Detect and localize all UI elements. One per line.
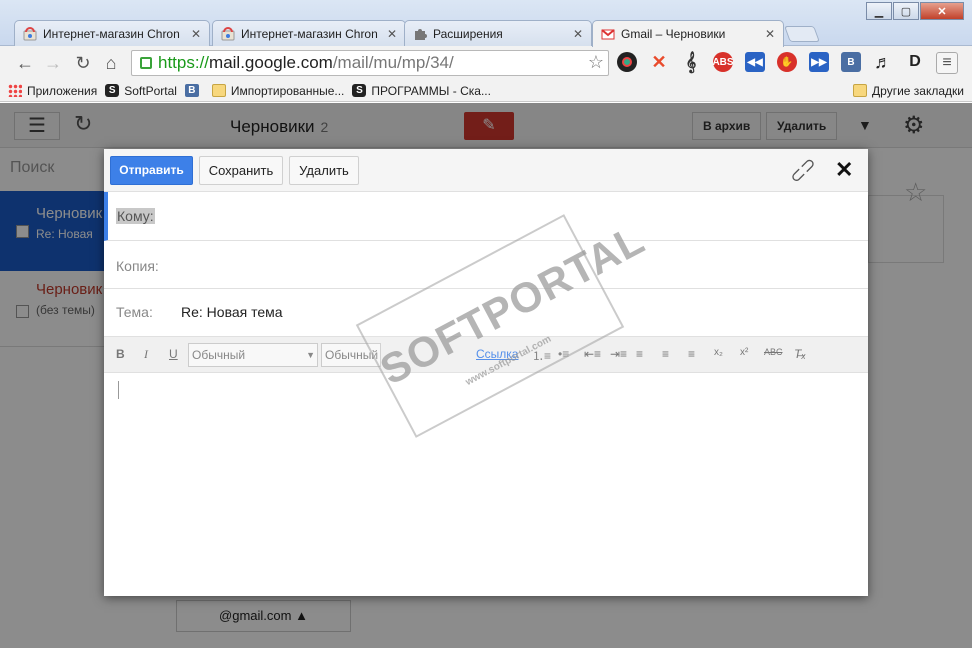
gmail-icon: [601, 29, 615, 40]
bookmark-imported-folder[interactable]: Импортированные...: [211, 83, 345, 98]
italic-icon[interactable]: I: [144, 347, 148, 362]
d2-icon[interactable]: D: [905, 52, 925, 72]
bookmark-other-folder[interactable]: Другие закладки: [853, 84, 964, 98]
puzzle-icon: [415, 28, 427, 40]
stop-hand-icon[interactable]: ✋: [777, 52, 797, 72]
tab-title: Gmail – Черновики: [621, 27, 726, 41]
chevron-down-icon: ▼: [306, 350, 315, 360]
browser-titlebar: Интернет-магазин Chron ✕ Интернет-магази…: [0, 0, 972, 47]
x-ext-icon[interactable]: ✕: [649, 52, 669, 72]
tab-close-icon[interactable]: ✕: [573, 27, 583, 41]
bold-icon[interactable]: B: [116, 347, 125, 361]
camera-ext-icon[interactable]: [617, 52, 637, 72]
clear-formatting-icon[interactable]: T̶ₓ: [794, 347, 806, 361]
text-caret: [118, 381, 119, 399]
tab-webstore-1[interactable]: Интернет-магазин Chron ✕: [14, 20, 210, 46]
vk-icon: B: [184, 84, 199, 97]
indent-icon[interactable]: ⇥≡: [610, 347, 627, 361]
tab-gmail[interactable]: Gmail – Черновики ✕: [592, 20, 784, 47]
tab-close-icon[interactable]: ✕: [387, 27, 397, 41]
align-center-icon[interactable]: ≡: [662, 347, 669, 361]
tab-close-icon[interactable]: ✕: [765, 27, 775, 41]
tab-webstore-2[interactable]: Интернет-магазин Chron ✕: [212, 20, 406, 46]
softportal-icon: S: [352, 84, 367, 97]
bookmarks-bar: Приложения S SoftPortal B Импортированны…: [0, 80, 972, 102]
softportal-icon: S: [105, 84, 120, 97]
close-icon[interactable]: ✕: [835, 157, 853, 183]
underline-icon[interactable]: U: [169, 347, 178, 361]
new-tab-button[interactable]: [784, 26, 820, 42]
url-path: /mail/mu/mp/34/: [332, 53, 454, 72]
bookmark-label: Приложения: [27, 83, 98, 98]
minimize-button[interactable]: ▁: [866, 2, 892, 20]
chrome-menu-icon[interactable]: ≡: [936, 52, 958, 74]
message-body[interactable]: [104, 373, 868, 596]
home-icon[interactable]: ⌂: [100, 52, 122, 74]
cc-label: Копия:: [116, 258, 159, 274]
subscript-icon[interactable]: x₂: [714, 347, 723, 358]
music-note-icon[interactable]: ♬: [873, 52, 893, 72]
forward-arrow-icon[interactable]: →: [42, 52, 64, 74]
apps-grid-icon: [8, 84, 22, 97]
subject-value[interactable]: Re: Новая тема: [181, 304, 283, 320]
subject-label: Тема:: [116, 304, 153, 320]
tab-title: Интернет-магазин Chron: [241, 26, 378, 41]
bookmark-label: Другие закладки: [872, 83, 964, 98]
vk-icon[interactable]: B: [841, 52, 861, 72]
outdent-icon[interactable]: ⇤≡: [584, 347, 601, 361]
rewind-icon[interactable]: ◀◀: [745, 52, 765, 72]
bookmark-star-icon[interactable]: ☆: [588, 52, 604, 73]
save-button[interactable]: Сохранить: [199, 156, 283, 185]
lock-icon: [140, 57, 152, 69]
chrome-webstore-icon: [221, 26, 235, 40]
bookmark-label: Импортированные...: [230, 83, 345, 98]
strikethrough-icon[interactable]: ABC: [764, 347, 783, 357]
maximize-button[interactable]: ▢: [893, 2, 919, 20]
bookmark-apps[interactable]: Приложения: [8, 84, 97, 98]
folder-icon: [211, 84, 226, 97]
url-scheme: https://: [158, 53, 210, 72]
tab-title: Интернет-магазин Chron: [43, 26, 180, 41]
bookmark-label: SoftPortal: [124, 83, 177, 98]
align-left-icon[interactable]: ≡: [636, 347, 643, 361]
font-family-select[interactable]: Обычный ▼: [188, 343, 318, 367]
bookmark-label: ПРОГРАММЫ - Ска...: [371, 83, 491, 98]
back-arrow-icon[interactable]: ←: [14, 52, 36, 74]
url-host: mail.google.com: [209, 53, 333, 72]
adblock-icon[interactable]: ABS: [712, 52, 734, 72]
bookmark-programs[interactable]: S ПРОГРАММЫ - Ска...: [352, 84, 491, 98]
bookmark-softportal[interactable]: S SoftPortal: [105, 84, 177, 98]
discard-button[interactable]: Удалить: [289, 156, 359, 185]
paperclip-icon[interactable]: ⊂⊃: [785, 152, 821, 188]
chrome-webstore-icon: [23, 26, 37, 40]
tab-close-icon[interactable]: ✕: [191, 27, 201, 41]
treble-clef-icon[interactable]: 𝄞: [681, 52, 701, 72]
to-field[interactable]: Кому:: [104, 192, 868, 241]
forward-icon[interactable]: ▶▶: [809, 52, 829, 72]
tab-title: Расширения: [433, 26, 503, 41]
address-bar[interactable]: https://mail.google.com/mail/mu/mp/34/ ☆: [131, 50, 609, 76]
font-family-value: Обычный: [192, 348, 246, 362]
folder-icon: [853, 84, 868, 97]
superscript-icon[interactable]: x²: [740, 347, 748, 358]
compose-toolbar: Отправить Сохранить Удалить ⊂⊃ ✕: [104, 149, 868, 192]
align-right-icon[interactable]: ≡: [688, 347, 695, 361]
tab-extensions[interactable]: Расширения ✕: [404, 20, 592, 46]
to-label: Кому:: [116, 208, 155, 224]
send-button[interactable]: Отправить: [110, 156, 193, 185]
reload-icon[interactable]: ↻: [72, 52, 94, 74]
bookmark-vk[interactable]: B: [184, 84, 204, 97]
close-window-button[interactable]: ✕: [920, 2, 964, 20]
